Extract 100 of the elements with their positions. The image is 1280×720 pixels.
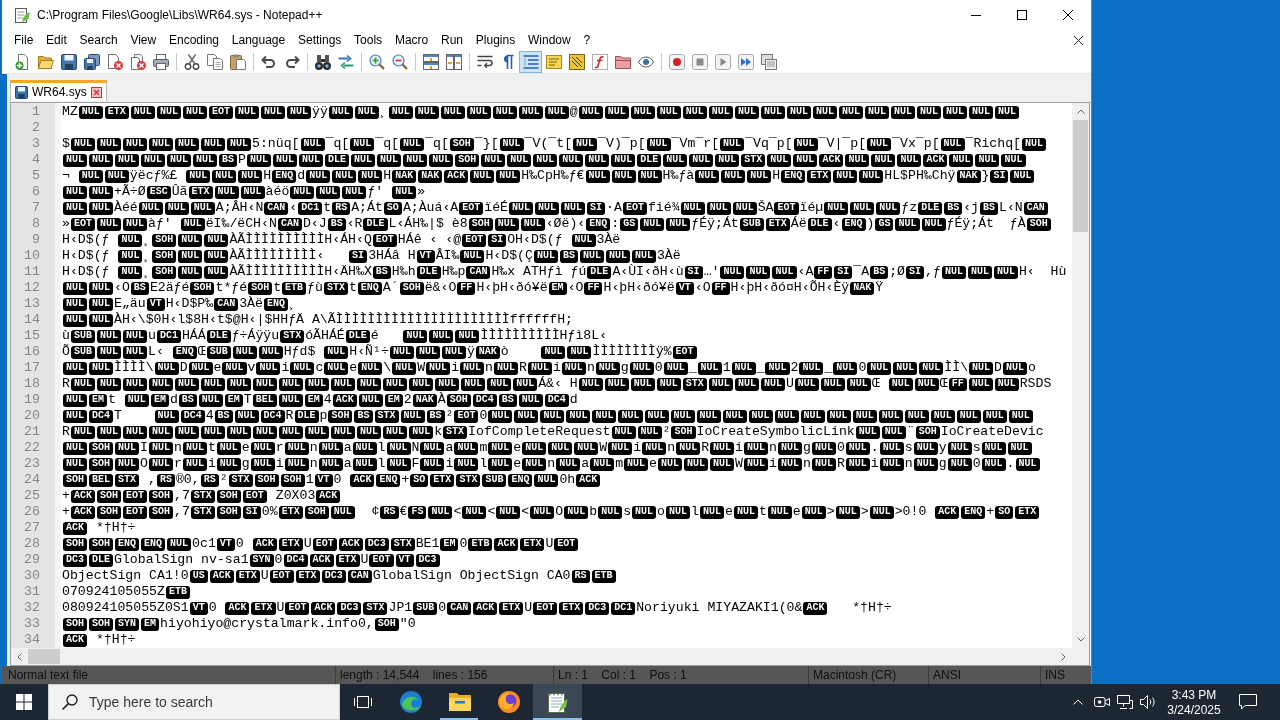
minimize-icon xyxy=(971,14,981,16)
code-line: 080924105055Z0S1 VT 0 ACK ETX U EOT ACK DC3 STX JP1 SUB 0 CAN ACK ETX U EOT ETX DC3 DC1 Noriyuki MIYAZAKI1(0& ACK *†H†÷ xyxy=(62,600,892,616)
code-line: NUL DC4 T NUL DC4 4 BS NUL DC4 R DLE p SOH BS STX NUL BS ² EOT 0 NUL NUL NUL NUL NUL NUL NUL NUL NUL NUL NUL NUL NUL NUL NUL NUL NUL NUL NUL NUL NUL xyxy=(62,408,1034,424)
code-line: NUL NUL ‹O BS E2äƒé SOH t*ƒé SOH t ETB ƒù STX t ENQ A´ SOH ë&‹O FF H‹þH‹ðó¥ë EM ‹O FF H‹þH‹ðó¥ë VT ‹O FF H‹þH‹ðó¤H‹ÕH‹Èÿ NAK Ÿ xyxy=(62,280,884,296)
menu-item[interactable]: Settings xyxy=(291,30,348,50)
tab[interactable]: WR64.sys xyxy=(10,80,107,101)
line-number: 29 xyxy=(24,552,40,568)
menu-item[interactable]: Run xyxy=(434,30,470,50)
code-line: H‹D$(ƒ NUL ¸ SOH NUL NUL ÀÃÌÌÌÌÌÌÌÌÌÌH‹ÄH‰X BS H‰h DLE H‰p CAN H‰x ATHƒì ƒú DLE A‹ÙI‹ðH‹ù SI …' NUL NUL NUL ‹A FF SI ¯A BS ;Ø SI ,ƒ NUL NUL NUL H‹ Hù xyxy=(62,264,1067,280)
redo-icon xyxy=(283,53,300,70)
binoculars-icon xyxy=(314,53,331,70)
chevron-up-icon xyxy=(1073,699,1083,705)
code-line: R NUL NUL NUL NUL NUL NUL NUL NUL NUL NUL NUL NUL NUL NUL k STX IofCompleteRequest NUL NUL ² SOH IoCreateSymbolicLink NUL NUL ¨ SOH IoCreateDevic xyxy=(62,424,1044,440)
line-number: 17 xyxy=(24,360,40,376)
line-number: 25 xyxy=(24,488,40,504)
code-line: ObjectSign CA1!0 US ACK ETX U EOT ETX DC3 CAN GlobalSign ObjectSign CA0 RS ETB xyxy=(62,568,617,584)
menu-item[interactable]: Tools xyxy=(347,30,389,50)
code-line: » EOT NUL NUL àƒ' NUL ëI‰/ëCH‹N CAN D‹J BS ‹R DLE L‹ÁH‰|$ è8 SOH NUL NUL ‹Øë)‹ ENQ : GS NUL NUL ƒÉÿ;Át SUB ETX Áë DLE ‹ ENQ ) GS NUL NUL ƒÉÿ;Át ƒÀ SOH xyxy=(62,216,1052,232)
code-line: NUL EM t NUL EM d BS NUL EM T BEL NUL EM 4 ACK NUL EM 2 NAK À SOH DC4 BS NUL DC4 d xyxy=(62,392,578,408)
status-text: ANSI xyxy=(933,668,961,682)
menu-item[interactable]: Encoding xyxy=(162,30,226,50)
line-number: 3 xyxy=(32,136,40,152)
line-number: 18 xyxy=(24,376,40,392)
chevron-up-icon xyxy=(1076,109,1085,114)
word-wrap-icon xyxy=(476,53,493,70)
folder-icon xyxy=(614,53,631,70)
menu-item[interactable]: Language xyxy=(225,30,292,50)
menu-item[interactable]: ? xyxy=(577,30,597,50)
undo-icon xyxy=(260,53,277,70)
scissors-icon xyxy=(183,53,200,70)
line-number: 32 xyxy=(24,600,40,616)
flame-globe-icon xyxy=(497,691,520,713)
line-number: 7 xyxy=(32,200,40,216)
status-text: INS xyxy=(1045,668,1065,682)
line-number: 15 xyxy=(24,328,40,344)
notepad-icon xyxy=(14,7,30,23)
line-number: 8 xyxy=(32,216,40,232)
search-field[interactable]: Type here to search xyxy=(48,684,340,720)
menu-item[interactable]: Plugins xyxy=(469,30,522,50)
line-number: 13 xyxy=(24,296,40,312)
menu-item[interactable]: Edit xyxy=(39,30,74,50)
code-line: NUL SOH NUL O NUL r NUL i NUL g NUL i NUL n NUL a NUL l NUL F NUL i NUL l NUL e NUL n NUL a NUL m NUL e NUL NUL NUL W NUL i NUL n NUL R NUL i NUL n NUL g NUL 0 NUL . NUL xyxy=(62,456,1041,472)
clock-date: 3/24/2025 xyxy=(1167,702,1221,717)
menu-item[interactable]: Macro xyxy=(388,30,435,50)
line-number: 6 xyxy=(32,184,40,200)
line-number: 23 xyxy=(24,456,40,472)
code-line: H‹D$(ƒ NUL ¸ SOH NUL NUL ÀÃÌÌÌÌÌÌÌÌÌ‹ SI 3HÁâ H VT ÂI‰ NUL H‹D$(Ç NUL BS NUL NUL NUL 3Àë xyxy=(62,248,681,264)
line-number: 16 xyxy=(24,344,40,360)
code-line: 070924105055Z ETB xyxy=(62,584,191,600)
clock-time: 3:43 PM xyxy=(1171,687,1217,702)
stacked-windows-icon xyxy=(760,53,777,70)
line-number: 10 xyxy=(24,248,40,264)
line-number: 28 xyxy=(24,536,40,552)
menu-item[interactable]: View xyxy=(124,30,163,50)
line-number: 20 xyxy=(24,408,40,424)
printer-icon xyxy=(152,53,169,70)
code-line: Õ SUB NUL NUL L‹ ENQ Œ SUB NUL NUL Hƒd$ NUL H‹Ñ¹÷ NUL NUL NUL ÿ NAK ò NUL NUL ÌÌÌÌÌÌÌÌÿ% EOT xyxy=(62,344,698,360)
notepad-button[interactable] xyxy=(533,684,582,720)
code-line: NUL NUL ÌÌÌÌ\ NUL D NUL e NUL v NUL i NUL c NUL e NUL \ NUL W NUL i NUL n NUL R NUL i NUL n NUL g NUL 0 NUL _ NUL 1 NUL _ NUL 2 NUL _ NUL 0 NUL NUL NUL ÌÌ\ NUL D NUL o xyxy=(62,360,1036,376)
line-number: 33 xyxy=(24,616,40,632)
close-icon[interactable] xyxy=(1074,35,1083,45)
task-view-icon xyxy=(353,694,373,710)
files-close-icon xyxy=(129,53,146,70)
line-number: 30 xyxy=(24,568,40,584)
status-text: length : 14,544 lines : 156 xyxy=(340,668,488,682)
indent-guide-button[interactable] xyxy=(519,50,542,73)
indent-guide-icon xyxy=(522,53,539,70)
line-number: 21 xyxy=(24,424,40,440)
line-number: 4 xyxy=(32,152,40,168)
side-panes-icon xyxy=(445,53,462,70)
code-line: $ NUL NUL NUL NUL NUL NUL NUL 5:nüq[ NUL ¯q[ NUL ¯q[ NUL ¯q[ SOH ¯}[ NUL ¯V(¯t[ NUL ¯V)¯p[ NUL ¯Vm¯r[ NUL ¯Vq¯p[ NUL ¯V|¯p[ NUL ¯Vx¯p[ NUL ¯Richq[ NUL xyxy=(62,136,1047,152)
chevron-down-icon xyxy=(1076,637,1085,642)
code-line: + ACK SOH EOT SOH ,7 STX SOH EOT Z0X03 ACK xyxy=(62,488,342,504)
search-icon xyxy=(62,694,78,710)
notepad-icon xyxy=(547,691,568,713)
code-line: MZ NUL ETX NUL NUL NUL EOT NUL NUL NUL ÿÿ NUL NUL ¸ NUL NUL NUL NUL NUL NUL NUL @ NUL NUL NUL NUL NUL NUL NUL NUL NUL NUL NUL NUL NUL NUL NUL NUL NUL xyxy=(62,104,1021,120)
line-number: 19 xyxy=(24,392,40,408)
code-line: NUL NUL +Ã÷Ø ESC Ûã ETX NUL NUL àéö NUL NUL NUL ƒ' NUL » xyxy=(62,184,426,200)
chevron-right-icon xyxy=(1061,652,1066,661)
document-map-icon xyxy=(568,53,585,70)
fast-forward-icon xyxy=(737,53,754,70)
line-number: 31 xyxy=(24,584,40,600)
menu-item[interactable]: Search xyxy=(73,30,124,50)
maximize-icon xyxy=(1017,10,1027,20)
copy-icon xyxy=(206,53,223,70)
code-line: ACK *†H†÷ xyxy=(62,632,136,648)
file-close-icon xyxy=(106,53,123,70)
close-icon xyxy=(1063,10,1073,20)
line-number: 34 xyxy=(24,632,40,648)
scrollbar-thumb[interactable] xyxy=(28,649,60,664)
code-line: NUL NUL E„äu VT H‹D$P‰ CAN 3Àë ENQ ¸ xyxy=(62,296,297,312)
scrollbar-thumb[interactable] xyxy=(1073,120,1088,232)
network-icon xyxy=(1117,695,1133,709)
video-camera-icon xyxy=(1094,696,1110,708)
menu-item[interactable]: Window xyxy=(521,30,578,50)
status-text: Macintosh (CR) xyxy=(813,668,897,682)
code-line: NUL NUL ÀH‹\$0H‹l$8H‹t$@H‹|$HHƒÄ A\ÃÌÌÌÌÌÌÌÌÌÌÌÌÌÌÌÌÌÌÌÌÌÌffffffH; xyxy=(62,312,574,328)
code-line: SOH SOH SYN EM hiyohiyo@crystalmark.info0, SOH "0 xyxy=(62,616,416,632)
open-folder-icon xyxy=(37,53,54,70)
menu-item[interactable]: File xyxy=(7,30,40,50)
